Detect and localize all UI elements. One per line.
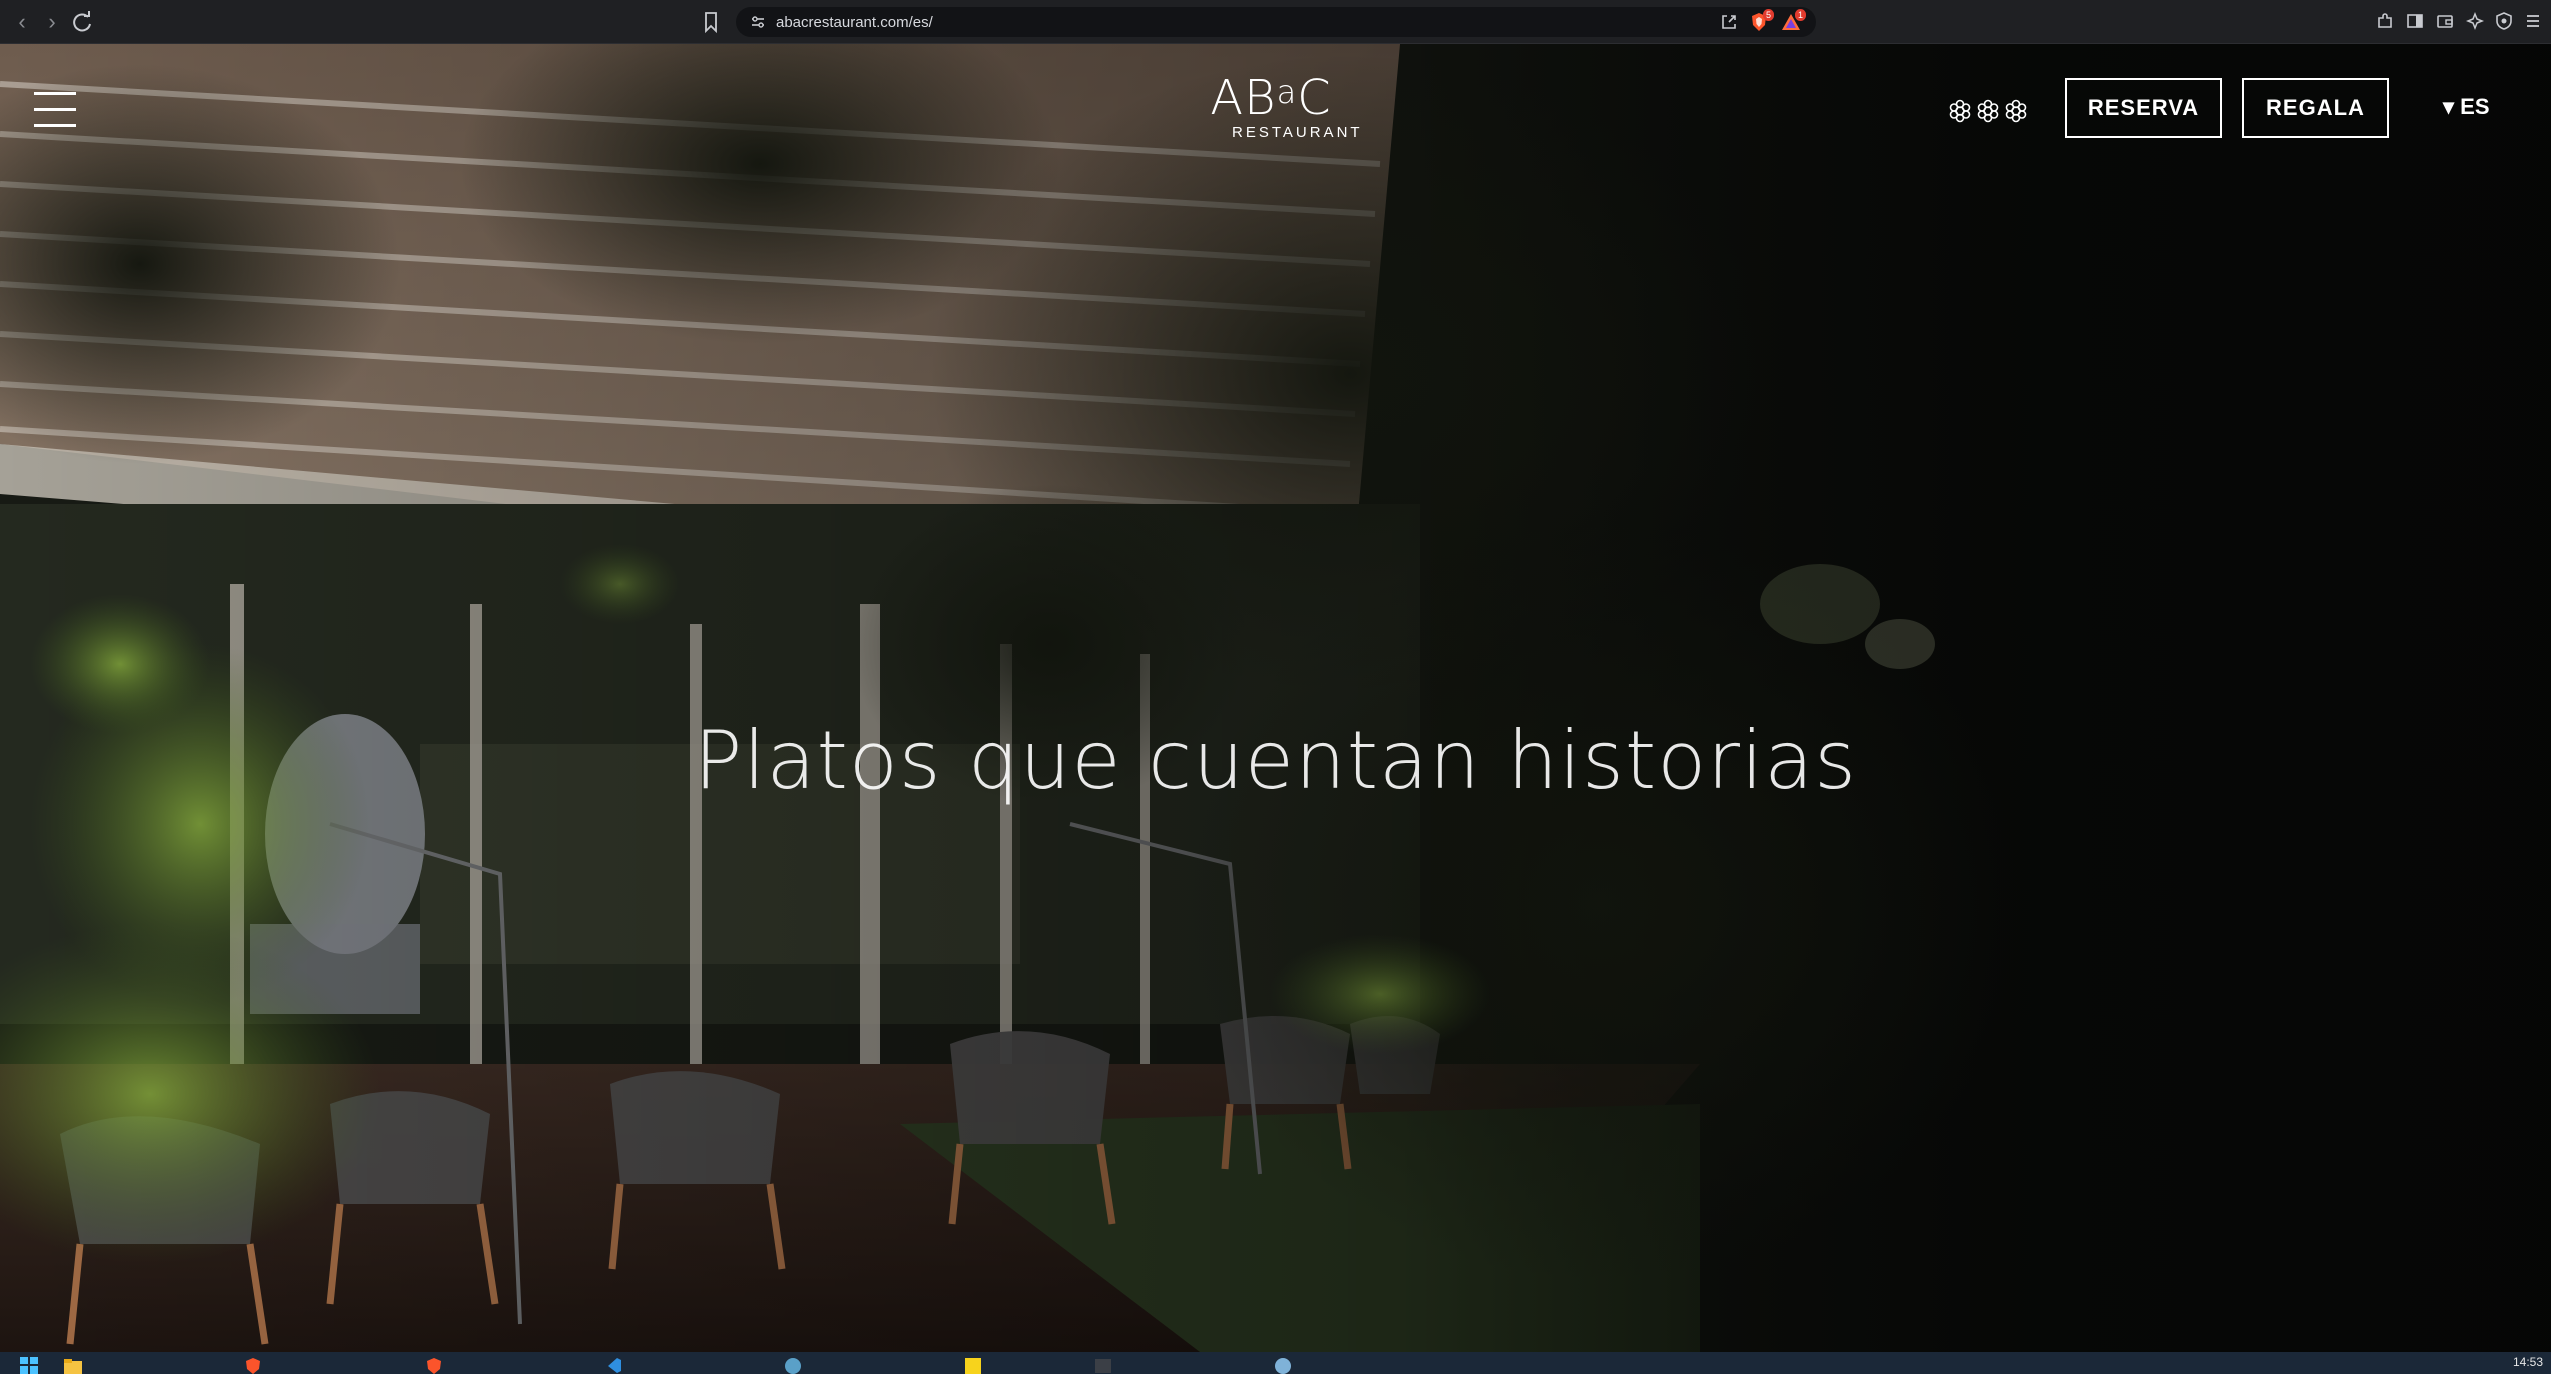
wallet-icon[interactable]: [2435, 11, 2455, 31]
url-text[interactable]: abacrestaurant.com/es/: [776, 14, 933, 31]
reserve-button[interactable]: RESERVA: [2065, 78, 2222, 138]
sidebar-icon[interactable]: [2405, 11, 2425, 31]
share-icon[interactable]: [1720, 13, 1738, 31]
leo-ai-icon[interactable]: [2465, 11, 2485, 31]
hamburger-menu-icon[interactable]: [34, 88, 76, 128]
windows-start-icon[interactable]: [20, 1357, 38, 1374]
michelin-stars-icon: [1949, 99, 2027, 123]
shield-count-badge: 5: [1762, 9, 1774, 21]
terminal-icon[interactable]: [1094, 1357, 1112, 1374]
vscode-icon[interactable]: [604, 1357, 622, 1374]
language-selector[interactable]: ▾ ES: [2443, 94, 2490, 120]
app-icon[interactable]: [784, 1357, 802, 1374]
brave-browser-icon[interactable]: [244, 1357, 262, 1374]
reload-icon[interactable]: [68, 8, 96, 36]
browser-toolbar: ‹ › abacrestaurant.com/es/ 5 1: [0, 0, 2551, 44]
gift-button[interactable]: REGALA: [2242, 78, 2389, 138]
brave-shield-icon[interactable]: 5: [1748, 9, 1774, 33]
logo-wordmark: ABaC: [1210, 70, 1332, 126]
rewards-icon[interactable]: 1: [1780, 9, 1806, 33]
back-icon[interactable]: ‹: [8, 8, 36, 36]
system-clock[interactable]: 14:53: [2513, 1355, 2543, 1369]
app-icon[interactable]: [1274, 1357, 1292, 1374]
brave-browser-icon[interactable]: [425, 1357, 443, 1374]
address-bar[interactable]: abacrestaurant.com/es/ 5 1: [736, 7, 1816, 37]
forward-icon[interactable]: ›: [38, 8, 66, 36]
bookmark-icon[interactable]: [700, 10, 722, 34]
hero-section: ABaC RESTAURANT RESERVA REGALA ▾ ES Plat…: [0, 44, 2551, 1352]
sticky-notes-icon[interactable]: [964, 1357, 982, 1374]
site-info-icon[interactable]: [750, 14, 766, 30]
site-logo[interactable]: ABaC RESTAURANT: [1196, 70, 1359, 144]
logo-subtitle: RESTAURANT: [1232, 124, 1363, 141]
file-explorer-icon[interactable]: [64, 1357, 82, 1374]
browser-menu-icon[interactable]: [2523, 11, 2543, 31]
rewards-count-badge: 1: [1794, 9, 1806, 21]
os-taskbar: 14:53: [0, 1352, 2551, 1374]
extensions-icon[interactable]: [2375, 11, 2395, 31]
vpn-icon[interactable]: [2494, 11, 2514, 31]
hero-title: Platos que cuentan historias: [694, 714, 1857, 807]
hero-background-image: [0, 44, 2551, 1352]
